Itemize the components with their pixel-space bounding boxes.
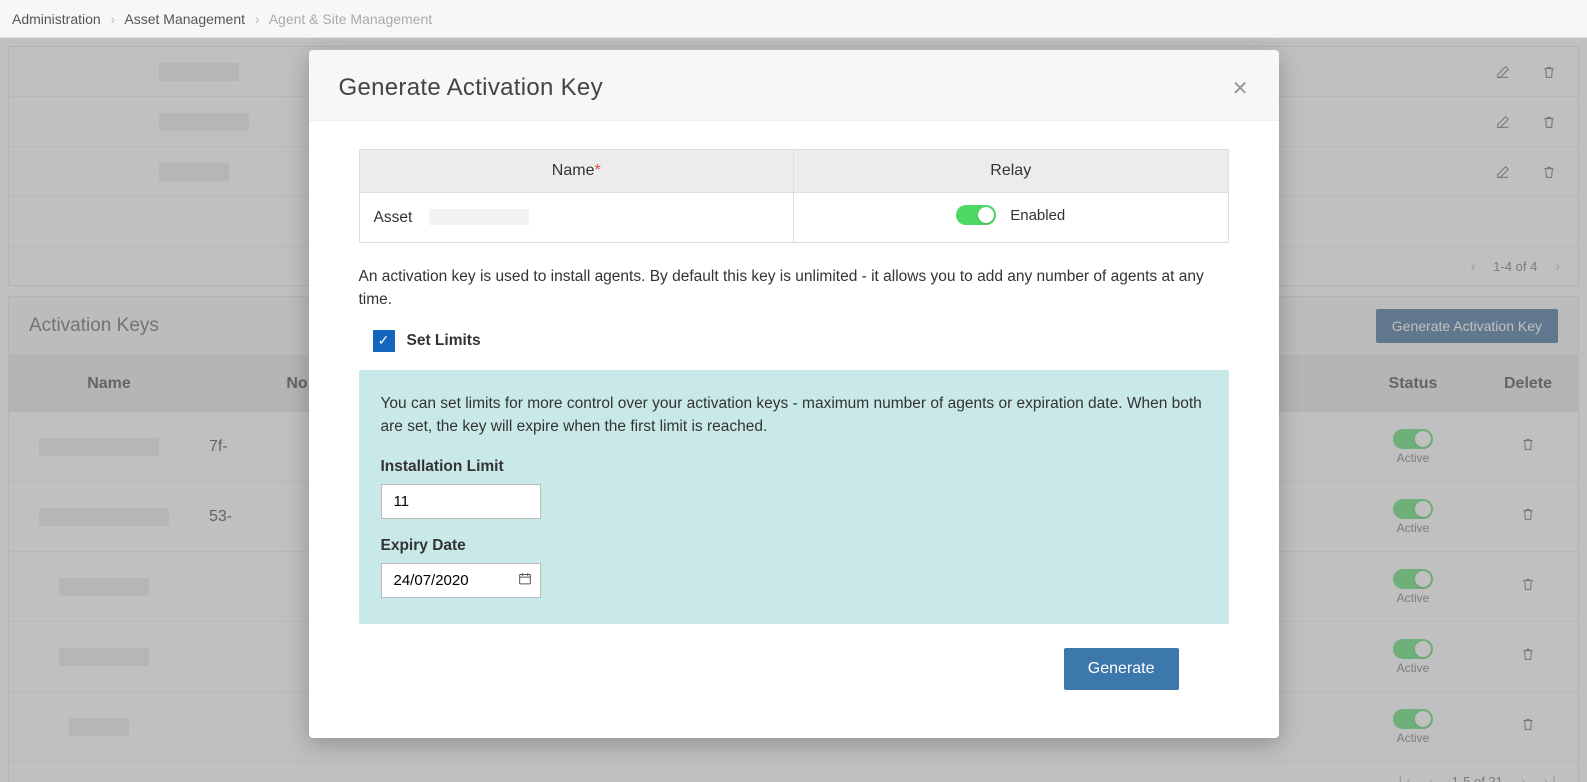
required-icon: * <box>594 162 600 179</box>
name-prefix: Asset <box>374 209 413 226</box>
name-column-header: Name <box>552 162 595 179</box>
breadcrumb: Administration › Asset Management › Agen… <box>0 0 1587 38</box>
expiry-date-input[interactable] <box>381 563 541 598</box>
relay-column-header: Relay <box>990 162 1031 179</box>
close-icon[interactable]: ✕ <box>1232 76 1249 101</box>
chevron-right-icon: › <box>111 11 116 27</box>
generate-activation-key-modal: Generate Activation Key ✕ Name* Relay As… <box>309 50 1279 738</box>
breadcrumb-item: Agent & Site Management <box>269 11 432 27</box>
breadcrumb-item[interactable]: Administration <box>12 11 101 27</box>
limits-description: You can set limits for more control over… <box>381 392 1207 439</box>
expiry-date-label: Expiry Date <box>381 537 1207 555</box>
name-relay-table: Name* Relay Asset Enabled <box>359 149 1229 243</box>
relay-toggle[interactable] <box>956 205 996 225</box>
limits-panel: You can set limits for more control over… <box>359 370 1229 625</box>
relay-state-label: Enabled <box>1010 207 1065 224</box>
breadcrumb-item[interactable]: Asset Management <box>124 11 245 27</box>
installation-limit-label: Installation Limit <box>381 458 1207 476</box>
modal-title: Generate Activation Key <box>339 74 603 102</box>
set-limits-label: Set Limits <box>407 332 481 350</box>
generate-button[interactable]: Generate <box>1064 648 1179 690</box>
name-input[interactable] <box>429 209 529 225</box>
set-limits-checkbox[interactable]: ✓ <box>373 330 395 352</box>
modal-overlay: Generate Activation Key ✕ Name* Relay As… <box>0 38 1587 782</box>
chevron-right-icon: › <box>255 11 260 27</box>
modal-description: An activation key is used to install age… <box>359 265 1229 312</box>
installation-limit-input[interactable] <box>381 484 541 519</box>
